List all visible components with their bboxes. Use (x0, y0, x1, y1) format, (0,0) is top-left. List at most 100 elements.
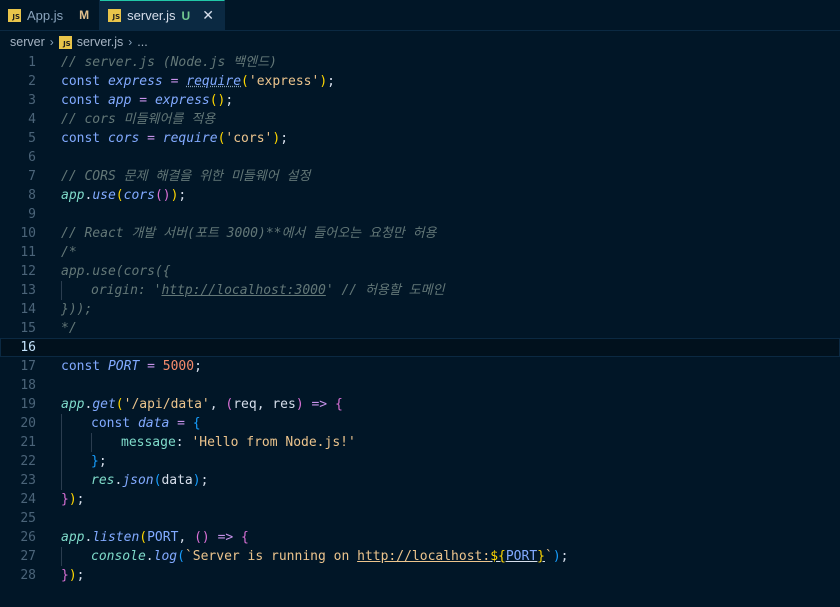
breadcrumb-more[interactable]: ... (137, 35, 147, 49)
chevron-right-icon: › (128, 35, 133, 49)
code-line[interactable]: 14})); (0, 300, 840, 319)
code-line[interactable]: 6 (0, 148, 840, 167)
line-number: 24 (20, 492, 36, 507)
editor-tab-bar: JS App.js M JS server.js U ✕ (0, 0, 840, 31)
code-line[interactable]: 7 // CORS 문제 해결을 위한 미들웨어 설정 (0, 167, 840, 186)
code-text: console.log(`Server is running on http:/… (61, 547, 840, 566)
line-number: 9 (28, 207, 36, 222)
code-line[interactable]: 28}); (0, 566, 840, 585)
tab-label: server.js (127, 8, 176, 23)
modified-badge: M (79, 8, 90, 22)
code-text: /* (61, 245, 77, 260)
code-text: // React 개발 서버(포트 3000)**에서 들어오는 요청만 허용 (61, 226, 437, 241)
code-editor[interactable]: 1 // server.js (Node.js 백엔드) 2 const expres… (0, 53, 840, 585)
code-text: })); (61, 302, 93, 317)
tab-app-js[interactable]: JS App.js M (0, 0, 101, 30)
code-text: origin: 'http://localhost:3000' // 허용할 도… (61, 281, 840, 300)
line-number: 28 (20, 568, 36, 583)
code-text: res.json(data); (61, 471, 840, 490)
line-number: 20 (20, 416, 36, 431)
code-line[interactable]: 24}); (0, 490, 840, 509)
code-line[interactable]: 19 app.get('/api/data', (req, res) => { (0, 395, 840, 414)
code-text: app.listen(PORT, () => { (61, 530, 249, 545)
js-file-icon: JS (108, 9, 122, 22)
breadcrumb-file[interactable]: server.js (77, 35, 124, 49)
code-text: */ (61, 321, 77, 336)
code-line[interactable]: 16 (0, 338, 840, 357)
code-text: message: 'Hello from Node.js!' (61, 433, 840, 452)
code-text: const express = require('express'); (61, 74, 335, 89)
code-line[interactable]: 15 */ (0, 319, 840, 338)
code-line[interactable]: 2 const express = require('express'); (0, 72, 840, 91)
breadcrumb-folder[interactable]: server (10, 35, 45, 49)
line-number: 25 (20, 511, 36, 526)
line-number: 19 (20, 397, 36, 412)
code-line[interactable]: 5 const cors = require('cors'); (0, 129, 840, 148)
line-number: 12 (20, 264, 36, 279)
line-number: 17 (20, 359, 36, 374)
code-line[interactable]: 4 // cors 미들웨어를 적용 (0, 110, 840, 129)
code-line[interactable]: 11 /* (0, 243, 840, 262)
code-line[interactable]: 20 const data = { (0, 414, 840, 433)
code-line[interactable]: 18 (0, 376, 840, 395)
js-file-icon: JS (8, 8, 21, 22)
line-number: 27 (20, 549, 36, 564)
line-number: 4 (28, 112, 36, 127)
code-text: const PORT = 5000; (61, 359, 202, 374)
line-number: 13 (20, 283, 36, 298)
code-text: // cors 미들웨어를 적용 (61, 112, 216, 127)
code-line[interactable]: 23 res.json(data); (0, 471, 840, 490)
code-line[interactable]: 17 const PORT = 5000; (0, 357, 840, 376)
code-line[interactable]: 1 // server.js (Node.js 백엔드) (0, 53, 840, 72)
code-line[interactable]: 25 (0, 509, 840, 528)
line-number: 11 (20, 245, 36, 260)
code-text: app.use(cors({ (61, 264, 171, 279)
line-number: 1 (28, 55, 36, 70)
line-number: 8 (28, 188, 36, 203)
tab-server-js[interactable]: JS server.js U ✕ (100, 0, 225, 30)
code-line[interactable]: 22}; (0, 452, 840, 471)
code-text: const cors = require('cors'); (61, 131, 289, 146)
code-line[interactable]: 26 app.listen(PORT, () => { (0, 528, 840, 547)
code-text: // server.js (Node.js 백엔드) (61, 55, 277, 70)
code-line[interactable]: 3 const app = express(); (0, 91, 840, 110)
line-number: 16 (20, 340, 36, 355)
breadcrumb: server › JS server.js › ... (0, 31, 840, 53)
code-text: const data = { (61, 414, 840, 433)
code-text: // CORS 문제 해결을 위한 미들웨어 설정 (61, 169, 311, 184)
line-number: 6 (28, 150, 36, 165)
code-line[interactable]: 27 console.log(`Server is running on http… (0, 547, 840, 566)
line-number: 5 (28, 131, 36, 146)
code-text: app.get('/api/data', (req, res) => { (61, 397, 343, 412)
code-line[interactable]: 21 message: 'Hello from Node.js!' (0, 433, 840, 452)
untracked-badge: U (181, 8, 191, 23)
line-number: 2 (28, 74, 36, 89)
line-number: 10 (20, 226, 36, 241)
line-number: 23 (20, 473, 36, 488)
line-number: 14 (20, 302, 36, 317)
tab-label: App.js (27, 7, 64, 23)
code-text: }); (61, 492, 85, 507)
code-line[interactable]: 12 app.use(cors({ (0, 262, 840, 281)
code-line[interactable]: 8 app.use(cors()); (0, 186, 840, 205)
line-number: 3 (28, 93, 36, 108)
code-text: const app = express(); (61, 93, 234, 108)
line-number: 15 (20, 321, 36, 336)
code-text: }); (61, 568, 85, 583)
line-number: 7 (28, 169, 36, 184)
chevron-right-icon: › (49, 35, 54, 49)
js-file-icon: JS (58, 35, 72, 49)
line-number: 26 (20, 530, 36, 545)
code-text: app.use(cors()); (61, 188, 187, 203)
code-line[interactable]: 10 // React 개발 서버(포트 3000)**에서 들어오는 요청만 허… (0, 224, 840, 243)
code-line[interactable]: 9 (0, 205, 840, 224)
line-number: 22 (20, 454, 36, 469)
code-line[interactable]: 13 origin: 'http://localhost:3000' // 허용할… (0, 281, 840, 300)
close-icon[interactable]: ✕ (202, 7, 214, 24)
line-number: 21 (20, 435, 36, 450)
